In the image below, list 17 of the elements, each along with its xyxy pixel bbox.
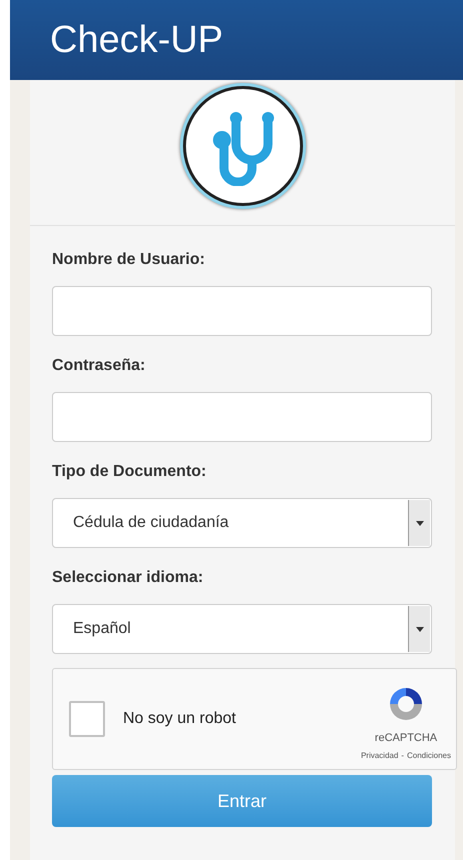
dropdown[interactable]: Cédula de ciudadanía (52, 498, 432, 548)
app-title: Check-UP (50, 21, 224, 59)
captcha-label: No soy un robot (123, 709, 237, 729)
input-field[interactable] (52, 286, 432, 336)
dropdown[interactable]: Español (52, 604, 432, 654)
field-label: Tipo de Documento: (52, 462, 208, 482)
caret-icon (408, 500, 430, 546)
captcha-checkbox[interactable] (69, 701, 105, 737)
field-label: Contraseña: (52, 356, 146, 376)
recaptcha-brand: reCAPTCHA (374, 731, 438, 746)
caret-icon (408, 606, 430, 652)
field-label: Nombre de Usuario: (52, 250, 206, 270)
privacy-link[interactable]: Privacidad (360, 750, 398, 762)
input-field[interactable] (52, 392, 432, 442)
field-label: Seleccionar idioma: (52, 568, 204, 588)
terms-link[interactable]: Condiciones (406, 750, 451, 762)
link-separator: - (401, 750, 404, 762)
